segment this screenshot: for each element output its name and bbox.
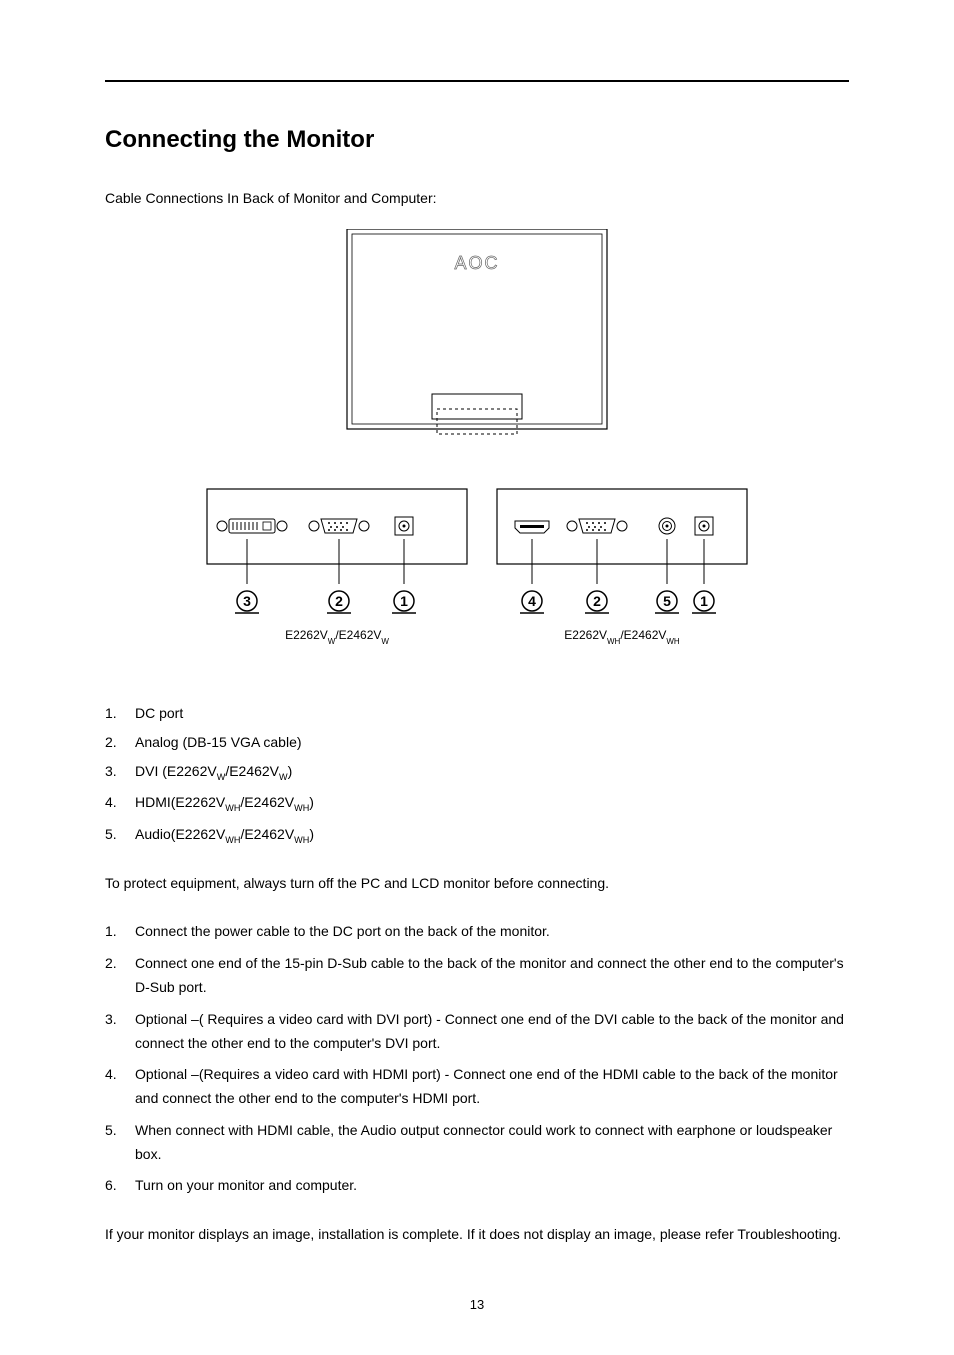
port-label: Audio(E2262VWH/E2462VWH) <box>127 824 849 847</box>
brand-logo: AOC <box>454 253 499 273</box>
intro-text: Cable Connections In Back of Monitor and… <box>105 188 849 209</box>
port-item: 2. Analog (DB-15 VGA cable) <box>105 728 849 757</box>
port-label: HDMI(E2262VWH/E2462VWH) <box>127 792 849 815</box>
port-num: 4. <box>105 792 127 813</box>
svg-text:1: 1 <box>700 593 708 609</box>
page-title: Connecting the Monitor <box>105 122 849 158</box>
port-item: 5. Audio(E2262VWH/E2462VWH) <box>105 820 849 851</box>
svg-text:E2262VW/E2462VW: E2262VW/E2462VW <box>285 628 389 646</box>
port-num: 1. <box>105 703 127 724</box>
connection-diagram-svg: AOC <box>197 229 757 659</box>
step-item: 1.Connect the power cable to the DC port… <box>105 916 849 948</box>
right-model-a: E2262V <box>564 628 607 642</box>
step-item: 4.Optional –(Requires a video card with … <box>105 1059 849 1115</box>
port-num: 3. <box>105 761 127 782</box>
document-page: Connecting the Monitor Cable Connections… <box>0 0 954 1355</box>
port-label: DC port <box>127 703 849 724</box>
port-label: DVI (E2262VW/E2462VW) <box>127 761 849 784</box>
port-num: 2. <box>105 732 127 753</box>
svg-text:E2262VWH/E2462VWH: E2262VWH/E2462VWH <box>564 628 680 646</box>
port-num: 5. <box>105 824 127 845</box>
port-item: 4. HDMI(E2262VWH/E2462VWH) <box>105 788 849 819</box>
port-label: Analog (DB-15 VGA cable) <box>127 732 849 753</box>
protect-note: To protect equipment, always turn off th… <box>105 873 849 894</box>
step-item: 6.Turn on your monitor and computer. <box>105 1170 849 1202</box>
svg-text:1: 1 <box>400 593 408 609</box>
closing-note: If your monitor displays an image, insta… <box>105 1224 849 1245</box>
svg-text:2: 2 <box>593 593 601 609</box>
port-list: 1. DC port 2. Analog (DB-15 VGA cable) 3… <box>105 699 849 851</box>
top-rule <box>105 80 849 82</box>
svg-text:4: 4 <box>528 593 536 609</box>
step-item: 2.Connect one end of the 15-pin D-Sub ca… <box>105 948 849 1004</box>
port-item: 3. DVI (E2262VW/E2462VW) <box>105 757 849 788</box>
left-model-a: E2262V <box>285 628 328 642</box>
diagram-container: AOC <box>105 229 849 659</box>
step-item: 5.When connect with HDMI cable, the Audi… <box>105 1115 849 1171</box>
svg-text:3: 3 <box>243 593 251 609</box>
svg-text:5: 5 <box>663 593 671 609</box>
monitor-diagram: AOC <box>197 229 757 659</box>
steps-list: 1.Connect the power cable to the DC port… <box>105 916 849 1202</box>
page-number: 13 <box>105 1295 849 1315</box>
svg-text:2: 2 <box>335 593 343 609</box>
step-item: 3.Optional –( Requires a video card with… <box>105 1004 849 1060</box>
port-item: 1. DC port <box>105 699 849 728</box>
